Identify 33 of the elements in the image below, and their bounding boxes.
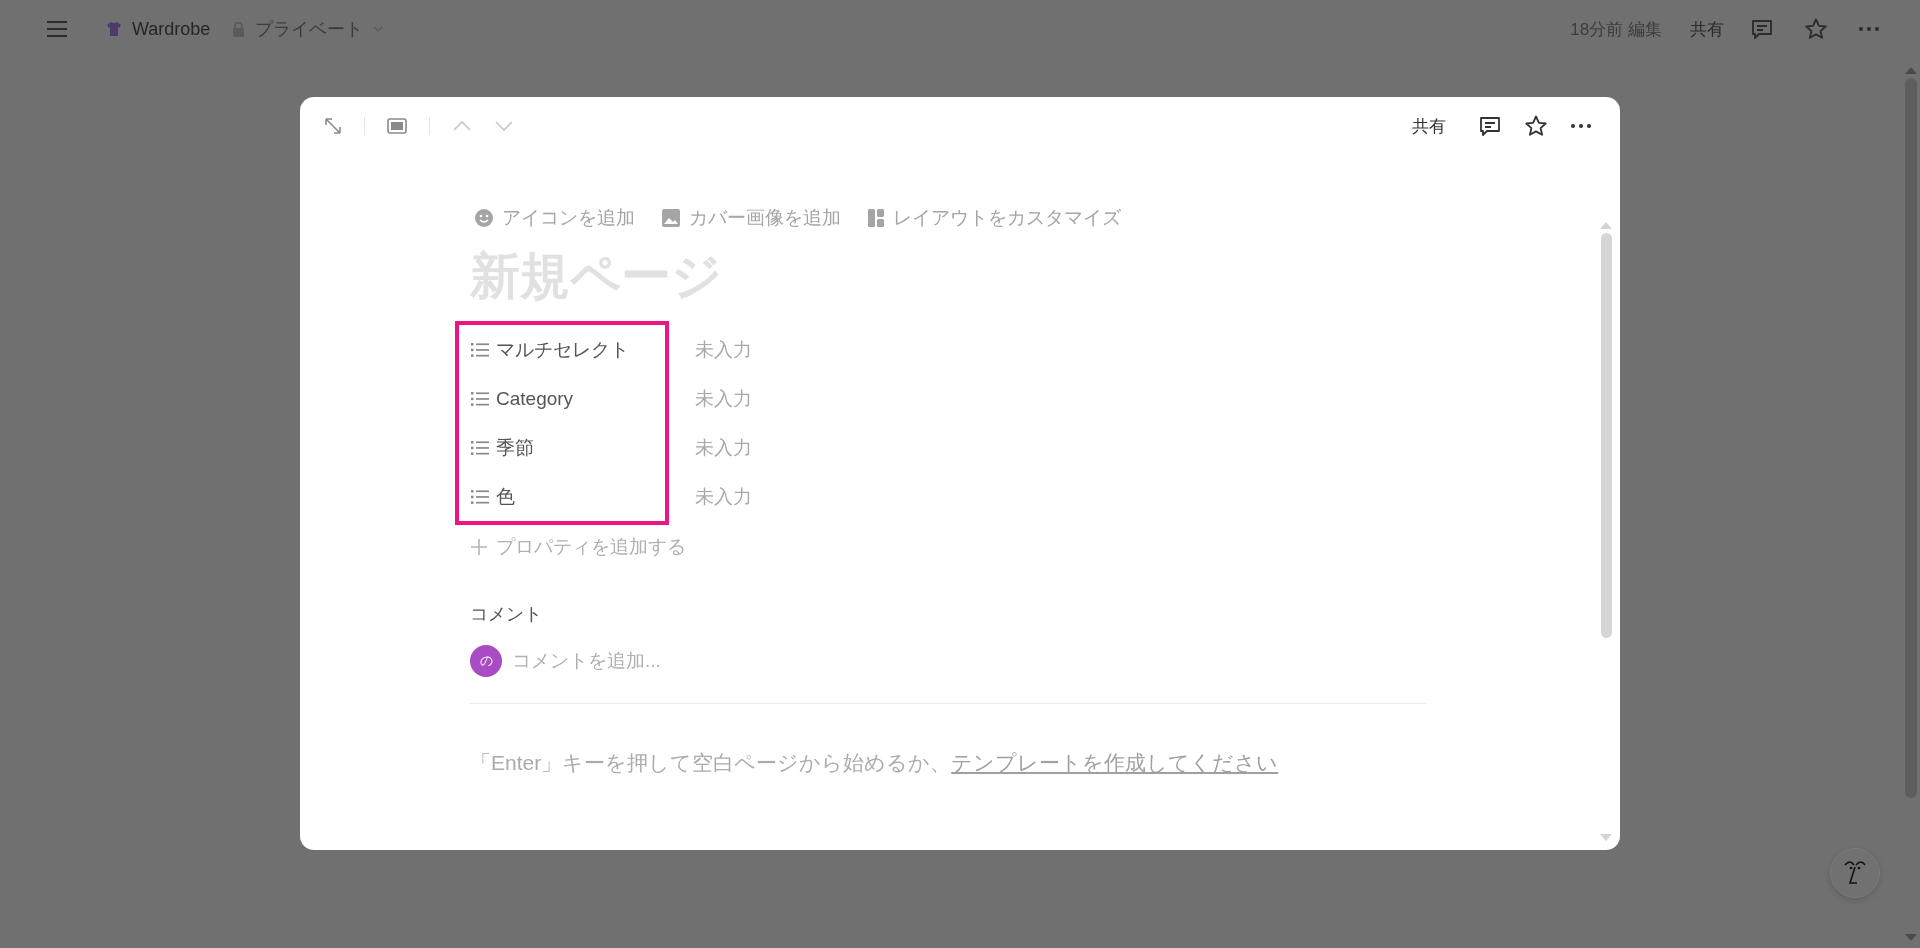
doodle-icon <box>1842 859 1868 887</box>
property-value[interactable]: 未入力 <box>695 336 752 363</box>
layout-icon <box>867 208 885 228</box>
smiley-icon <box>474 208 494 228</box>
property-value[interactable]: 未入力 <box>695 483 752 510</box>
page-action-button[interactable]: カバー画像を追加 <box>657 203 845 233</box>
shirt-icon <box>106 21 122 37</box>
comments-heading: コメント <box>470 603 542 626</box>
scroll-up-icon[interactable] <box>1905 66 1917 74</box>
avatar: の <box>470 645 502 677</box>
share-button[interactable]: 共有 <box>1406 110 1452 142</box>
share-button[interactable]: 共有 <box>1684 13 1730 45</box>
help-button[interactable] <box>1830 848 1880 898</box>
property-value[interactable]: 未入力 <box>695 385 752 412</box>
workspace-name[interactable]: Wardrobe <box>132 18 211 40</box>
scroll-down-icon[interactable] <box>1905 934 1917 942</box>
property-name[interactable]: Category <box>496 387 574 410</box>
property-name[interactable]: マルチセレクト <box>496 336 629 363</box>
page-action-button[interactable]: レイアウトをカスタマイズ <box>863 203 1125 233</box>
scrollbar-thumb[interactable] <box>1600 233 1612 638</box>
template-link[interactable]: テンプレートを作成してください <box>951 751 1279 774</box>
list-icon <box>471 342 489 357</box>
list-icon <box>471 489 489 504</box>
image-icon <box>661 208 681 228</box>
hint-text: 「Enter」キーを押して空白ページから始めるか、 <box>470 751 952 774</box>
plus-icon <box>470 538 488 556</box>
add-property-button[interactable]: プロパティを追加する <box>470 525 686 569</box>
list-icon <box>471 440 489 455</box>
property-value[interactable]: 未入力 <box>695 434 752 461</box>
page-action-button[interactable]: アイコンを追加 <box>470 203 639 233</box>
property-name[interactable]: 季節 <box>496 434 534 461</box>
list-icon <box>471 391 489 406</box>
property-name[interactable]: 色 <box>496 483 515 510</box>
